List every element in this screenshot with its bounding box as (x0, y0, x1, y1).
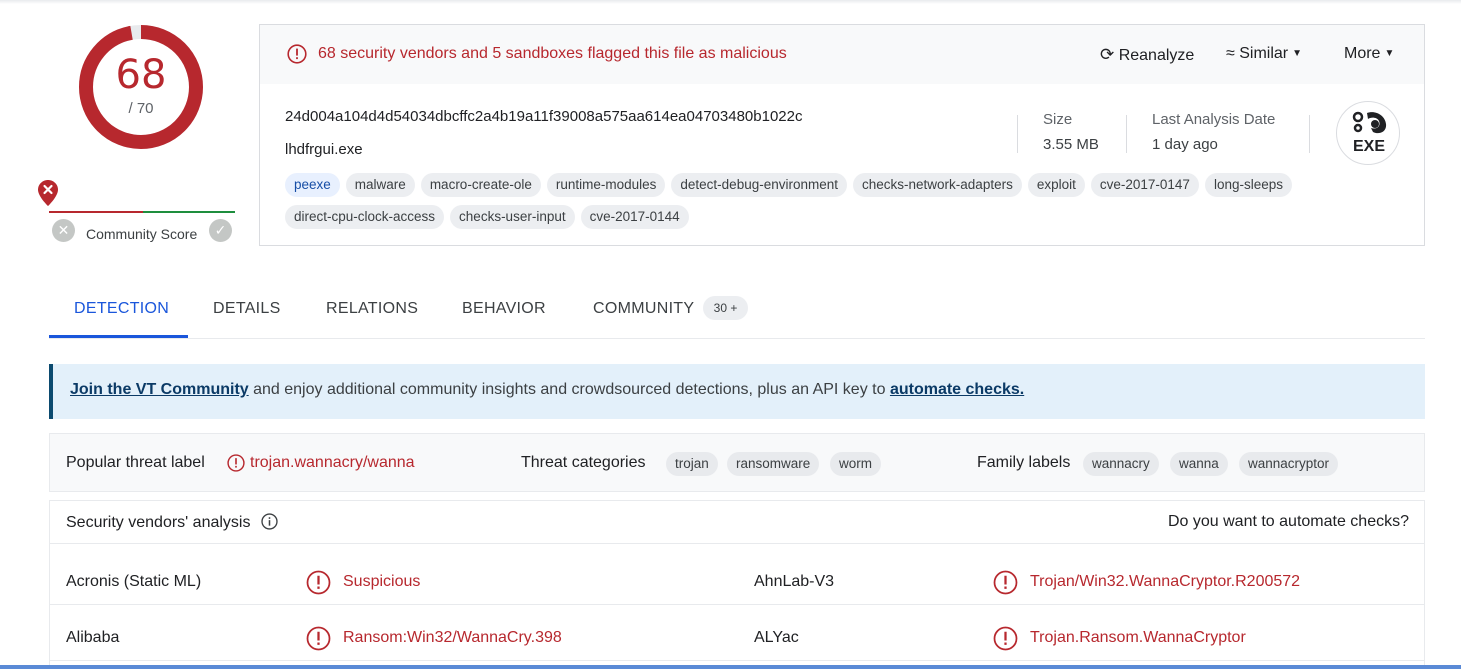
threat-categories-label: Threat categories (521, 454, 646, 471)
vendor-name: AhnLab-V3 (754, 573, 835, 590)
popular-threat-value[interactable]: trojan.wannacry/wanna (250, 454, 415, 472)
table-row: Acronis (Static ML) Suspicious AhnLab-V3… (50, 549, 1424, 605)
automate-checks-prompt[interactable]: Do you want to automate checks? (1168, 513, 1409, 531)
vendors-title-text: Security vendors' analysis (66, 514, 251, 531)
file-tag[interactable]: runtime-modules (546, 173, 666, 197)
similar-icon: ≈ (1226, 45, 1235, 62)
vendors-table: Acronis (Static ML) Suspicious AhnLab-V3… (49, 543, 1425, 669)
tab-detection[interactable]: DETECTION (74, 300, 169, 318)
vendor-result: Ransom:Win32/WannaCry.398 (343, 629, 562, 646)
tab-details[interactable]: DETAILS (213, 300, 281, 318)
malicious-alert-bar: 68 security vendors and 5 sandboxes flag… (260, 25, 1424, 84)
community-bar-negative (49, 211, 143, 213)
similar-label: Similar (1239, 45, 1289, 62)
file-tag[interactable]: cve-2017-0147 (1090, 173, 1199, 197)
tab-bar: DETECTION DETAILS RELATIONS BEHAVIOR COM… (49, 286, 1425, 339)
file-summary-card: 68 security vendors and 5 sandboxes flag… (259, 24, 1425, 246)
file-type-text: EXE (1352, 138, 1385, 155)
alert-message: 68 security vendors and 5 sandboxes flag… (318, 45, 787, 62)
family-label-chip[interactable]: wannacryptor (1239, 452, 1339, 476)
threat-category-chip[interactable]: worm (830, 452, 881, 476)
join-community-link[interactable]: Join the VT Community (70, 381, 249, 398)
vote-harmless-button[interactable]: ✓ (209, 219, 232, 242)
vendor-result: Trojan.Ransom.WannaCryptor (1030, 629, 1246, 646)
family-label-chip[interactable]: wannacry (1083, 452, 1159, 476)
more-label: More (1344, 45, 1381, 62)
file-tag[interactable]: peexe (285, 173, 340, 197)
banner-text: Join the VT Community and enjoy addition… (70, 381, 1024, 399)
file-name: lhdfrgui.exe (285, 141, 363, 158)
tab-community[interactable]: COMMUNITY (593, 300, 694, 318)
vendor-result: Suspicious (343, 573, 421, 590)
file-tags: peexe malware macro-create-ole runtime-modu… (285, 173, 1395, 237)
alert-circle-icon (993, 626, 1018, 651)
size-value: 3.55 MB (1043, 136, 1099, 153)
vendor-name: Alibaba (66, 629, 120, 646)
file-tag[interactable]: checks-user-input (450, 205, 575, 229)
map-pin-icon (38, 180, 58, 206)
vote-malicious-button[interactable]: ✕ (52, 219, 75, 242)
file-hash[interactable]: 24d004a104d4d54034dbcffc2a4b19a11f39008a… (285, 108, 802, 125)
divider (1017, 115, 1018, 153)
join-community-banner: Join the VT Community and enjoy addition… (49, 364, 1425, 419)
vendors-analysis-title: Security vendors' analysis (66, 513, 278, 532)
alert-circle-icon (993, 570, 1018, 595)
tab-behavior[interactable]: BEHAVIOR (462, 300, 546, 318)
table-row: Alibaba Ransom:Win32/WannaCry.398 ALYac … (50, 605, 1424, 661)
size-label: Size (1043, 111, 1073, 128)
file-tag[interactable]: macro-create-ole (420, 173, 541, 197)
divider (1126, 115, 1127, 153)
detection-count: 68 (115, 52, 167, 98)
community-score: ✕ Community Score ✓ (38, 178, 238, 248)
alert-circle-icon (306, 626, 331, 651)
file-tag[interactable]: detect-debug-environment (671, 173, 848, 197)
reanalyze-button[interactable]: ⟳ Reanalyze (1100, 45, 1194, 65)
file-tag[interactable]: exploit (1027, 173, 1085, 197)
last-analysis-label: Last Analysis Date (1152, 111, 1276, 128)
bottom-edge (0, 665, 1461, 669)
alert-circle-icon (306, 570, 331, 595)
last-analysis-value: 1 day ago (1152, 136, 1218, 153)
top-shadow (0, 0, 1461, 4)
reanalyze-label: Reanalyze (1118, 47, 1195, 64)
file-tag[interactable]: checks-network-adapters (853, 173, 1022, 197)
file-tag[interactable]: long-sleeps (1204, 173, 1292, 197)
vendors-analysis-header: Security vendors' analysis Do you want t… (49, 500, 1425, 543)
threat-category-chip[interactable]: trojan (666, 452, 718, 476)
file-tag[interactable]: direct-cpu-clock-access (285, 205, 445, 229)
file-tag[interactable]: malware (345, 173, 415, 197)
community-score-label: Community Score (86, 226, 198, 242)
more-dropdown[interactable]: More ▼ (1344, 45, 1394, 63)
chevron-down-icon: ▼ (1292, 48, 1303, 59)
tab-relations[interactable]: RELATIONS (326, 300, 418, 318)
alert-circle-icon (227, 454, 245, 472)
threat-summary-row: Popular threat label trojan.wannacry/wan… (49, 433, 1425, 492)
family-labels-label: Family labels (977, 454, 1071, 471)
file-tag[interactable]: cve-2017-0144 (580, 205, 689, 229)
threat-category-chip[interactable]: ransomware (727, 452, 820, 476)
detection-score-gauge: 68 / 70 (76, 22, 206, 152)
divider (1309, 115, 1310, 153)
chevron-down-icon: ▼ (1384, 48, 1395, 59)
community-count-badge: 30 + (703, 296, 748, 320)
vendor-name: Acronis (Static ML) (66, 573, 202, 590)
automate-checks-link[interactable]: automate checks. (890, 381, 1024, 398)
file-type-badge: EXE (1336, 101, 1400, 165)
vendor-name: ALYac (754, 629, 799, 646)
alert-circle-icon (287, 44, 307, 64)
vendor-result: Trojan/Win32.WannaCryptor.R200572 (1030, 573, 1301, 590)
detection-total: / 70 (128, 100, 154, 117)
info-icon[interactable] (261, 513, 278, 530)
community-bar-positive (143, 211, 235, 213)
active-tab-indicator (49, 335, 188, 338)
gears-icon (1352, 111, 1387, 134)
family-label-chip[interactable]: wanna (1170, 452, 1228, 476)
refresh-icon: ⟳ (1100, 45, 1115, 64)
banner-middle-text: and enjoy additional community insights … (248, 381, 890, 398)
popular-threat-label: Popular threat label (66, 454, 205, 471)
similar-dropdown[interactable]: ≈ Similar ▼ (1226, 45, 1302, 63)
